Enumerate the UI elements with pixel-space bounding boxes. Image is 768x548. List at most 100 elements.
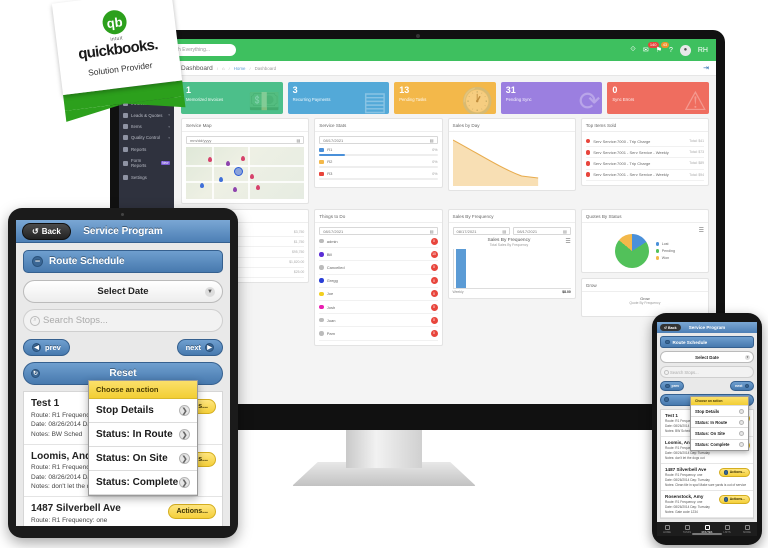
action-menu-item[interactable]: Status: On Site	[691, 427, 748, 438]
actions-button[interactable]: Actions...	[718, 467, 750, 477]
todo-row[interactable]: Juan 0	[319, 314, 438, 328]
actions-button[interactable]: Actions...	[168, 504, 216, 519]
action-menu-item[interactable]: Status: On Site ❯	[89, 447, 197, 471]
search-stops-input[interactable]: Search Stops...	[660, 366, 754, 378]
legend-swatch	[655, 242, 660, 246]
stop-card[interactable]: Rosenstock, Amy Route: R1 Frequency: one D…	[661, 491, 753, 518]
todo-count-badge: 0	[430, 303, 438, 311]
todo-row[interactable]: Josh 0	[319, 301, 438, 315]
stop-notes: Notes: Gate code 1234	[665, 509, 698, 514]
panel-title: Quotes By Status	[581, 210, 708, 223]
search-stops-placeholder: Search Stops...	[43, 315, 108, 326]
sidebar-item-settings[interactable]: Settings	[119, 171, 174, 182]
action-menu-item[interactable]: Status: Complete	[691, 438, 748, 450]
select-date-label: Select Date	[695, 354, 719, 360]
stat-card-memorized-invoices[interactable]: 1 Memorized Invoices 💵	[181, 82, 283, 114]
phone-notch	[690, 313, 724, 320]
sbf-date-from[interactable]: 08/17/2021	[452, 227, 511, 235]
stat-card-recurring-payments[interactable]: 3 Recurring Payments ▤	[287, 82, 390, 114]
todo-user: Bill	[326, 251, 333, 257]
stat-card-pending-tasks[interactable]: 13 Pending Tasks 🕐	[394, 82, 496, 114]
todo-row[interactable]: Cancelled 0	[319, 261, 438, 275]
action-menu-item[interactable]: Stop Details ❯	[89, 399, 197, 423]
avatar[interactable]: ●	[679, 44, 691, 56]
actions-button[interactable]: Actions...	[718, 494, 750, 504]
service-map[interactable]	[186, 147, 305, 199]
mail-icon[interactable]: ✉ 140	[643, 42, 659, 54]
reset-label: Reset	[109, 368, 137, 379]
action-menu-item[interactable]: Status: In Route ❯	[89, 423, 197, 447]
chart-xlabel: Weekly	[452, 290, 464, 294]
home-icon[interactable]: ⌂	[222, 66, 225, 71]
route-schedule-header[interactable]: Route Schedule	[660, 336, 754, 348]
panel-title: Sales by Day	[448, 119, 575, 132]
phone-title: Service Program	[688, 325, 726, 330]
tab-home[interactable]: HOME	[657, 522, 677, 536]
chevron-right-icon: ❯	[179, 429, 190, 440]
legend-label: Won	[661, 256, 670, 260]
flag-icon[interactable]: ⚑ 43	[656, 42, 670, 54]
stop-card[interactable]: 1487 Silverbell Ave Route: R1 Frequency: …	[24, 497, 222, 526]
stop-date: Date: 08/26/2014 Day: Tuesday	[665, 504, 710, 509]
sidebar-item-items[interactable]: Items ▾	[119, 121, 174, 132]
item-name: Serv Service:7000 - Trip Charge	[593, 160, 651, 166]
prev-button[interactable]: prev	[660, 381, 685, 391]
sbf-date-to[interactable]: 08/17/2021	[513, 227, 571, 235]
stage-value: $25.00	[293, 270, 305, 275]
sidebar-item-quality-control[interactable]: Quality Control ▾	[119, 132, 174, 143]
tab-more[interactable]: MORE	[737, 522, 757, 536]
sidebar-item-form-reports[interactable]: Form Reports New	[119, 155, 174, 171]
user-name-label[interactable]: RH	[698, 47, 708, 54]
todo-row[interactable]: admin 0	[319, 235, 438, 249]
more-icon	[744, 524, 750, 530]
help-icon[interactable]: ?	[669, 47, 673, 54]
next-button[interactable]: next ▶	[176, 339, 223, 356]
todo-count-badge: 0	[430, 277, 438, 285]
stop-card[interactable]: 1487 Silverbell Ave Route: R1 Frequency: …	[661, 464, 753, 491]
action-menu-item[interactable]: Stop Details	[691, 405, 748, 416]
stat-card-pending-sync[interactable]: 31 Pending Sync ⟳	[500, 82, 603, 114]
panel-sales-by-day: Sales by Day	[447, 118, 576, 191]
logout-icon[interactable]: ⇥	[703, 64, 709, 72]
legend-swatch	[655, 256, 660, 260]
service-stats-date-input[interactable]: 08/17/2021	[319, 136, 438, 144]
route-pct: 0%	[432, 171, 438, 176]
top-item-row: Serv Service:7001 - Serv Service - Weekl…	[585, 147, 704, 159]
things-to-do-date-input[interactable]: 08/17/2021	[319, 227, 438, 235]
todo-user: Juan	[326, 317, 336, 323]
legend-item: Pending	[655, 249, 675, 253]
user-color-dot	[319, 331, 324, 336]
search-stops-placeholder: Search Stops...	[670, 369, 699, 375]
prev-button[interactable]: ◀ prev	[23, 339, 70, 356]
stat-card-sync-errors[interactable]: 0 Sync Errors ⚠	[607, 82, 709, 114]
route-schedule-header[interactable]: − Route Schedule	[23, 250, 223, 273]
search-stops-input[interactable]: ⌕ Search Stops...	[23, 309, 223, 332]
chevron-right-icon	[739, 442, 744, 448]
todo-row[interactable]: Pam 0	[319, 327, 438, 341]
todo-user: Josh	[326, 304, 336, 310]
breadcrumb-home[interactable]: Home	[234, 66, 246, 71]
next-button[interactable]: next	[730, 381, 754, 391]
hamburger-menu-icon[interactable]: ☰	[586, 227, 704, 234]
flag-badge: 43	[660, 42, 670, 48]
service-map-date-input[interactable]: mm/dd/yyyy	[186, 136, 305, 144]
qb-sync-icon[interactable]: ⟐	[630, 46, 636, 54]
chart-data-label: $8.00	[562, 290, 571, 294]
select-date-button[interactable]: Select Date ▾	[660, 351, 754, 363]
item-bullet-icon	[585, 138, 591, 144]
sidebar-item-reports[interactable]: Reports	[119, 144, 174, 155]
top-item-row: Serv Service:7001 - Serv Service - Weekl…	[585, 170, 704, 181]
action-menu-item[interactable]: Status: Complete ❯	[89, 471, 197, 495]
select-date-button[interactable]: Select Date ▼	[23, 280, 223, 303]
todo-row[interactable]: Joe 0	[319, 288, 438, 301]
todo-row[interactable]: Bill 10	[319, 248, 438, 262]
breadcrumb-current: Dashboard	[254, 65, 277, 71]
sidebar-item-label: Items	[131, 124, 142, 130]
back-button[interactable]: ↺ Back	[22, 222, 71, 240]
chevron-left-icon: ◀	[32, 343, 41, 352]
hamburger-menu-icon[interactable]: ☰	[565, 238, 570, 245]
action-menu-item[interactable]: Status: In Route	[691, 416, 748, 427]
action-menu-item-label: Status: In Route	[695, 419, 728, 425]
todo-row[interactable]: Gregg 0	[319, 275, 438, 288]
stat-art-icon: ⚠	[683, 86, 707, 114]
